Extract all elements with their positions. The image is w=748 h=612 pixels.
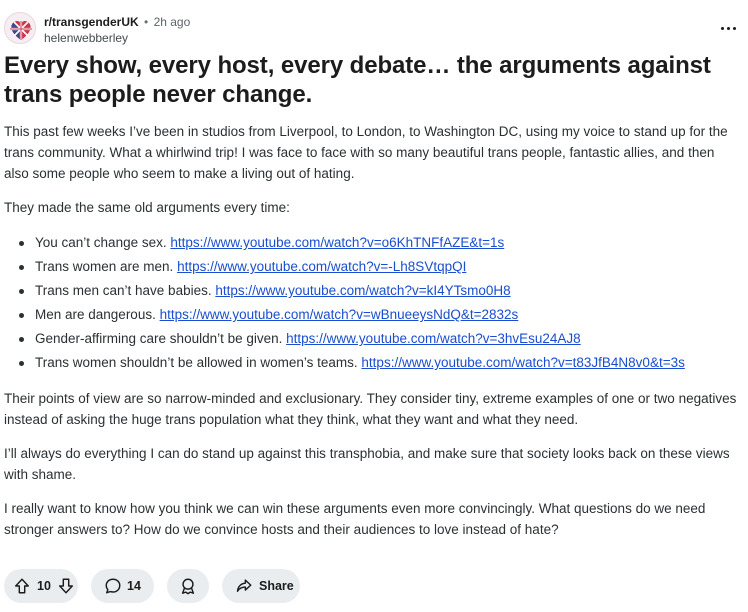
body-paragraph-narrow: Their points of view are so narrow-minde… <box>4 391 737 427</box>
list-item: Gender-affirming care shouldn’t be given… <box>4 327 739 351</box>
arguments-list: You can’t change sex. https://www.youtub… <box>4 231 739 375</box>
share-label: Share <box>259 579 294 593</box>
award-icon <box>179 577 197 595</box>
vote-count: 10 <box>37 579 51 593</box>
youtube-link[interactable]: https://www.youtube.com/watch?v=kI4YTsmo… <box>215 283 510 298</box>
subreddit-avatar[interactable] <box>4 12 36 44</box>
bullet-icon <box>19 289 24 294</box>
argument-text: Gender-affirming care shouldn’t be given… <box>35 331 287 346</box>
argument-text: Men are dangerous. <box>35 307 160 322</box>
award-button[interactable] <box>167 569 209 603</box>
bullet-icon <box>19 361 24 366</box>
post-time: 2h ago <box>153 15 191 29</box>
comments-button[interactable]: 14 <box>91 569 154 603</box>
comment-bubble-icon <box>104 577 122 595</box>
comment-count: 14 <box>127 579 141 593</box>
youtube-link[interactable]: https://www.youtube.com/watch?v=o6KhTNFf… <box>170 235 504 250</box>
post-header: r/transgenderUK • 2h ago helenwebberley <box>4 10 744 50</box>
share-arrow-icon <box>235 577 253 595</box>
bullet-icon <box>19 313 24 318</box>
share-button[interactable]: Share <box>222 569 300 603</box>
body-paragraph-intro: This past few weeks I’ve been in studios… <box>4 124 728 181</box>
upvote-arrow-icon[interactable] <box>13 577 31 595</box>
body-paragraph-always: I’ll always do everything I can do stand… <box>4 446 730 482</box>
post-body: This past few weeks I’ve been in studios… <box>4 121 739 553</box>
subreddit-name[interactable]: r/transgenderUK <box>44 15 139 29</box>
body-paragraph-lead: They made the same old arguments every t… <box>4 200 290 215</box>
post-title[interactable]: Every show, every host, every debate… th… <box>4 51 734 109</box>
youtube-link[interactable]: https://www.youtube.com/watch?v=3hvEsu24… <box>286 331 581 346</box>
youtube-link[interactable]: https://www.youtube.com/watch?v=wBnueeys… <box>160 307 519 322</box>
bullet-icon <box>19 241 24 246</box>
body-paragraph-question: I really want to know how you think we c… <box>4 501 706 537</box>
argument-text: You can’t change sex. <box>35 235 171 250</box>
youtube-link[interactable]: https://www.youtube.com/watch?v=t83JfB4N… <box>361 355 684 370</box>
list-item: Trans women are men. https://www.youtube… <box>4 255 739 279</box>
meta-separator: • <box>144 15 149 29</box>
list-item: Trans women shouldn’t be allowed in wome… <box>4 351 739 375</box>
list-item: Men are dangerous. https://www.youtube.c… <box>4 303 739 327</box>
argument-text: Trans women shouldn’t be allowed in wome… <box>35 355 362 370</box>
list-item: Trans men can’t have babies. https://www… <box>4 279 739 303</box>
bullet-icon <box>19 337 24 342</box>
vote-control: 10 <box>4 569 78 603</box>
youtube-link[interactable]: https://www.youtube.com/watch?v=-Lh8SVtq… <box>177 259 466 274</box>
bullet-icon <box>19 265 24 270</box>
argument-text: Trans women are men. <box>35 259 178 274</box>
downvote-arrow-icon[interactable] <box>57 577 75 595</box>
list-item: You can’t change sex. https://www.youtub… <box>4 231 739 255</box>
post-meta: r/transgenderUK • 2h ago helenwebberley <box>44 15 190 46</box>
union-flag-heart-icon <box>5 13 35 43</box>
more-options-icon[interactable] <box>720 20 736 36</box>
argument-text: Trans men can’t have babies. <box>35 283 216 298</box>
author-name[interactable]: helenwebberley <box>44 31 190 46</box>
